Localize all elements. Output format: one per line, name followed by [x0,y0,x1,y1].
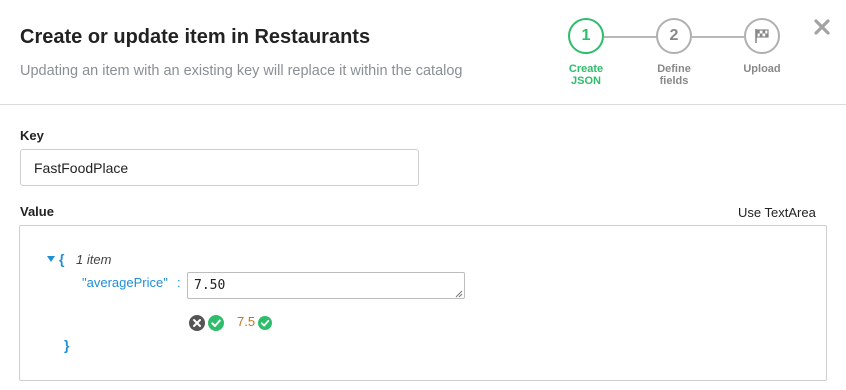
key-label: Key [20,128,44,143]
valid-check-icon [258,316,272,330]
use-textarea-link[interactable]: Use TextArea [738,205,816,220]
progress-stepper: 1 Create JSON 2 Define fields Upload [560,18,800,98]
step-2-label-line1: Define [657,63,691,75]
json-editor-panel [19,225,827,381]
collapse-caret-icon[interactable] [47,256,55,262]
step-1-number: 1 [581,27,591,44]
cancel-icon[interactable] [189,315,205,331]
parsed-value: 7.5 [237,314,256,329]
json-open-brace: { [59,251,65,267]
checkered-flag-icon [755,29,769,43]
value-label: Value [20,204,54,219]
close-icon[interactable] [812,17,832,37]
json-property-key[interactable]: "averagePrice" [82,275,168,290]
step-2-label: Define fields [639,63,709,87]
resize-grip-icon[interactable] [455,290,463,298]
json-value-input[interactable] [187,272,465,299]
confirm-check-icon[interactable] [208,315,224,331]
step-1-circle[interactable]: 1 [568,18,604,54]
step-3-circle[interactable] [744,18,780,54]
modal-title: Create or update item in Restaurants [20,26,371,48]
modal-header: Create or update item in Restaurants Upd… [0,0,846,105]
step-3-label-line1: Upload [743,63,781,75]
key-input[interactable] [20,149,419,186]
step-1-label: Create JSON [551,63,621,87]
step-connector [604,36,658,38]
step-1-label-line1: Create [568,63,604,75]
step-3-label: Upload [727,63,797,75]
step-2-label-line2: fields [659,75,689,87]
json-close-brace: } [64,337,70,353]
step-connector [692,36,744,38]
step-2-number: 2 [669,27,679,44]
step-1-label-line2: JSON [571,75,601,87]
json-item-count: 1 item [76,252,112,267]
step-2-circle[interactable]: 2 [656,18,692,54]
json-colon: : [177,275,181,290]
modal-subtitle: Updating an item with an existing key wi… [20,63,463,79]
